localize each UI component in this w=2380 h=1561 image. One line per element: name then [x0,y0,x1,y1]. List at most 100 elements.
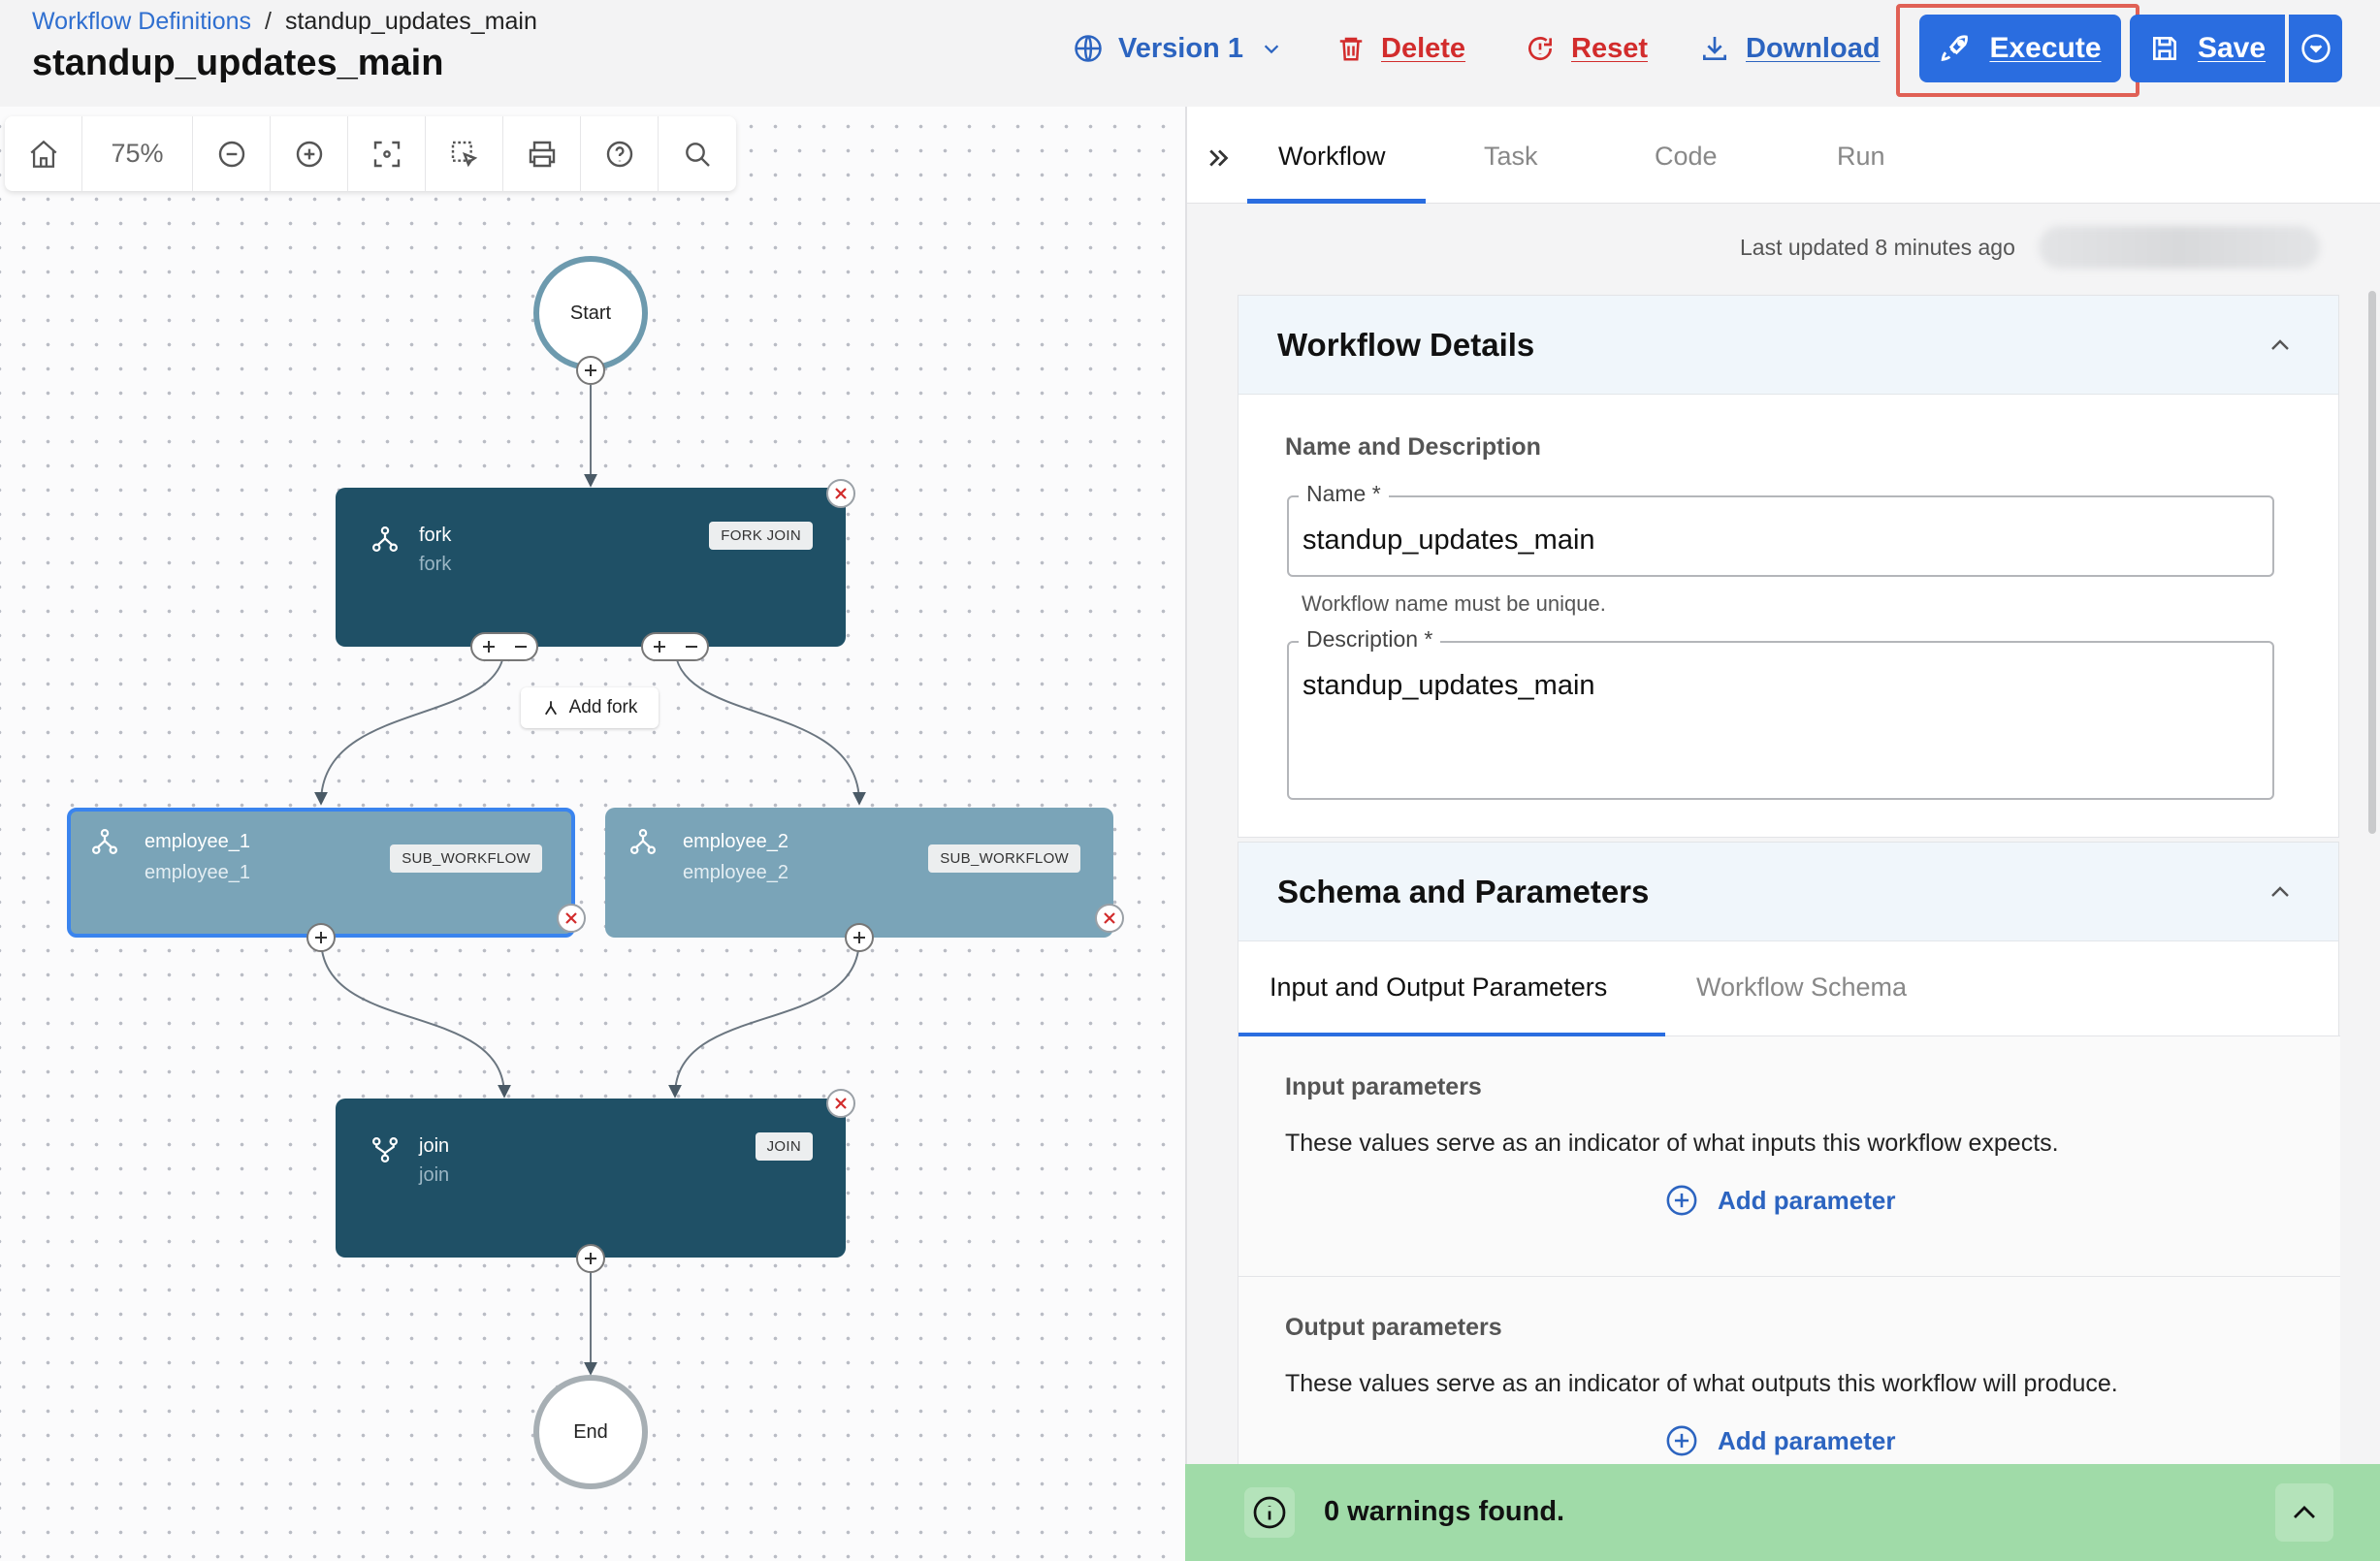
redacted-user [2039,226,2320,269]
end-label: End [573,1420,608,1443]
expand-warnings-button[interactable] [2275,1483,2333,1542]
edge-employee1-join [320,938,511,1099]
tab-workflow[interactable]: Workflow [1278,142,1386,172]
plus-icon [653,641,665,653]
breadcrumb-current: standup_updates_main [284,8,537,35]
edge-employee2-join [668,938,860,1099]
info-button[interactable] [1244,1487,1295,1538]
description-field-value: standup_updates_main [1303,670,1595,701]
schema-parameters-header[interactable]: Schema and Parameters [1238,843,2338,941]
globe-icon [1075,35,1102,62]
output-parameters-description: These values serve as an indicator of wh… [1285,1370,2118,1397]
minus-icon [685,646,697,648]
description-field[interactable]: Description * standup_updates_main [1287,626,2274,800]
add-fork-button[interactable]: Add fork [521,687,659,728]
fork-node[interactable]: fork fork FORK JOIN [336,488,846,647]
add-task-after-employee-1[interactable] [306,923,336,952]
chevron-up-icon [2294,1506,2315,1518]
info-icon [1253,1496,1286,1529]
execute-label: Execute [1989,32,2102,64]
description-field-label: Description * [1299,626,1441,653]
add-task-after-join[interactable] [576,1244,605,1273]
start-node[interactable]: Start [533,256,648,370]
name-helper-text: Workflow name must be unique. [1302,591,1606,616]
version-label: Version 1 [1118,32,1243,64]
join-node[interactable]: join join JOIN [336,1099,846,1258]
employee-1-type-badge: SUB_WORKFLOW [390,844,542,873]
add-input-parameter-button[interactable]: Add parameter [1665,1184,1896,1217]
remove-join-button[interactable] [826,1089,855,1118]
breadcrumb-workflow-definitions[interactable]: Workflow Definitions [32,8,251,35]
breadcrumb: Workflow Definitions / standup_updates_mai… [32,8,537,36]
download-label: Download [1746,32,1881,64]
fork-type-badge: FORK JOIN [709,522,813,550]
employee-2-name: employee_2 [683,831,788,852]
name-field-label: Name * [1299,481,1389,507]
schema-subtabs: Input and Output Parameters Workflow Sch… [1238,941,2340,1037]
input-parameters-section: Input parameters These values serve as a… [1238,1036,2340,1277]
add-task-after-employee-2[interactable] [845,923,874,952]
workflow-details-card: Workflow Details Name and Description Na… [1238,295,2339,838]
add-branch-2-button[interactable] [643,634,675,659]
double-chevron-right-icon[interactable] [1205,143,1234,173]
tab-code[interactable]: Code [1655,142,1718,172]
reset-button[interactable]: Reset [1525,21,1648,76]
fork-branch-2-controls [641,632,709,661]
version-select[interactable]: Version 1 [1070,21,1307,76]
join-name: join [419,1135,450,1157]
tab-task[interactable]: Task [1484,142,1538,172]
remove-fork-button[interactable] [826,479,855,508]
add-output-parameter-label: Add parameter [1718,1425,1896,1455]
top-header: Workflow Definitions / standup_updates_mai… [0,0,2380,107]
end-node[interactable]: End [533,1375,648,1489]
reset-icon [1528,37,1553,61]
minus-icon [514,646,527,648]
add-task-after-start[interactable] [576,356,605,385]
input-parameters-title: Input parameters [1285,1073,1482,1100]
remove-employee-1-button[interactable] [557,904,586,933]
download-button[interactable]: Download [1699,21,1881,76]
add-branch-1-button[interactable] [472,634,504,659]
workflow-details-title: Workflow Details [1277,327,1535,363]
tab-run[interactable]: Run [1837,142,1885,172]
chevron-down-icon [1264,45,1279,54]
plus-circle-icon [1666,1185,1697,1216]
fork-arrow-icon [544,701,557,716]
chevron-up-icon [2271,339,2289,350]
workflow-canvas[interactable]: 75% Start fork fork FORK JOIN Add fork e… [0,107,1185,1561]
page-title: standup_updates_main [32,43,444,83]
output-parameters-title: Output parameters [1285,1314,1502,1341]
remove-branch-2-button[interactable] [675,634,707,659]
close-icon [835,488,847,499]
warnings-bar: 0 warnings found. [1185,1464,2380,1561]
save-options-button[interactable] [2289,15,2342,82]
start-label: Start [569,302,612,324]
join-ref: join [419,1164,450,1186]
chevron-circle-down-icon [2300,34,2331,63]
delete-button[interactable]: Delete [1336,21,1465,76]
remove-employee-2-button[interactable] [1095,904,1124,933]
subtab-workflow-schema[interactable]: Workflow Schema [1696,972,1907,1003]
schema-parameters-card: Schema and Parameters Input and Output P… [1238,842,2340,1561]
panel-tabs: Workflow Task Code Run [1187,107,2380,204]
subtab-input-output[interactable]: Input and Output Parameters [1270,972,1607,1003]
delete-label: Delete [1381,32,1466,64]
name-field-value: standup_updates_main [1303,525,1595,556]
employee-2-node[interactable]: employee_2 employee_2 SUB_WORKFLOW [605,808,1113,938]
add-output-parameter-button[interactable]: Add parameter [1665,1424,1896,1457]
save-button[interactable]: Save [2130,15,2285,82]
name-field[interactable]: Name * standup_updates_main [1287,481,2274,577]
panel-scrollbar[interactable] [2368,291,2376,834]
active-tab-indicator [1247,199,1426,204]
trash-icon [1339,37,1363,61]
remove-branch-1-button[interactable] [504,634,536,659]
reset-label: Reset [1571,32,1648,64]
close-icon [1104,912,1115,924]
plus-icon [315,932,327,943]
input-parameters-description: These values serve as an indicator of wh… [1285,1130,2059,1157]
employee-1-node[interactable]: employee_1 employee_1 SUB_WORKFLOW [67,808,575,938]
save-icon [2152,37,2176,60]
save-label: Save [2197,32,2267,64]
execute-button[interactable]: Execute [1919,15,2121,82]
workflow-details-header[interactable]: Workflow Details [1238,296,2338,395]
